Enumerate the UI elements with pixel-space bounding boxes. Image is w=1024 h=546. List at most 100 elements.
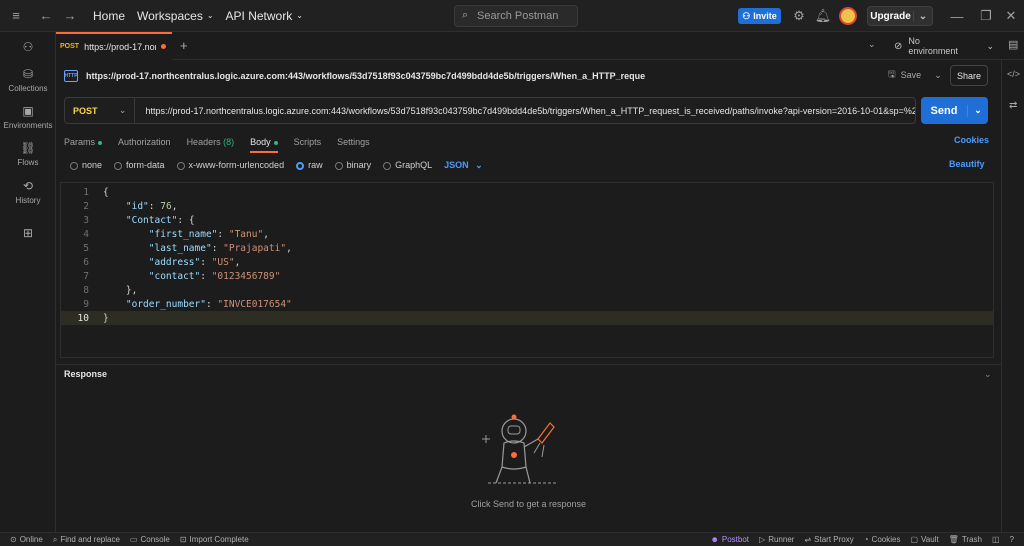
- status-console[interactable]: ▭ Console: [130, 535, 170, 544]
- nav-home[interactable]: Home: [93, 9, 125, 23]
- chevron-down-icon[interactable]: ⌄: [934, 70, 942, 81]
- collections-icon: ⛁: [22, 67, 34, 81]
- status-help[interactable]: ?: [1010, 535, 1014, 544]
- environments-icon: ▣: [22, 104, 34, 118]
- code-line: 3 "Contact": {: [61, 213, 993, 227]
- forward-arrow-icon[interactable]: →: [59, 5, 81, 27]
- tab-label: https://prod-17.northc: [84, 41, 156, 52]
- status-cookies-label: Cookies: [871, 535, 901, 544]
- status-vault[interactable]: ▢ Vault: [910, 535, 938, 544]
- code-line: 7 "contact": "0123456789": [61, 269, 993, 283]
- status-bar: ⊙ Online ⌕ Find and replace ▭ Console ⊡ Impo…: [0, 532, 1024, 546]
- beautify-link[interactable]: Beautify: [949, 159, 985, 169]
- new-tab-plus-icon[interactable]: +: [180, 38, 188, 53]
- tab-body[interactable]: Body: [250, 137, 278, 153]
- search-input[interactable]: ⌕ Search Postman: [454, 5, 578, 27]
- restore-icon[interactable]: ❐: [975, 5, 997, 27]
- nav-api-network[interactable]: API Network ⌄: [226, 9, 303, 23]
- runner-icon: ▷: [759, 535, 766, 544]
- tab-params[interactable]: Params: [64, 137, 103, 147]
- code-icon[interactable]: </>: [1007, 69, 1020, 79]
- upgrade-button[interactable]: Upgrade ⌄: [867, 6, 933, 26]
- sidebar-item-flows[interactable]: ⛓ Flows: [0, 141, 56, 167]
- method-label: POST: [73, 105, 98, 116]
- bell-icon[interactable]: 🔔︎: [812, 5, 834, 27]
- sidebar-item-environments[interactable]: ▣ Environments: [0, 104, 56, 130]
- send-button[interactable]: Send ⌄: [921, 97, 988, 124]
- chevron-down-icon: ⌄: [118, 105, 127, 115]
- status-layout[interactable]: ◫: [992, 535, 1000, 544]
- format-select[interactable]: JSON ⌄: [444, 160, 483, 171]
- status-online[interactable]: ⊙ Online: [10, 535, 43, 544]
- status-postbot[interactable]: ☻ Postbot: [710, 535, 749, 544]
- status-cookies[interactable]: ◔ Cookies: [864, 535, 901, 544]
- tab-headers[interactable]: Headers (8): [187, 137, 235, 147]
- cookie-icon: ◔: [863, 535, 869, 544]
- chevron-down-icon[interactable]: ⌄: [914, 11, 932, 22]
- radio-urlencoded[interactable]: x-www-form-urlencoded: [176, 160, 284, 170]
- status-runner-label: Runner: [768, 535, 795, 544]
- chevron-down-icon[interactable]: ⌄: [868, 39, 876, 50]
- status-start-proxy[interactable]: ⇌ Start Proxy: [804, 535, 853, 544]
- tab-scripts[interactable]: Scripts: [294, 137, 322, 147]
- request-config-tabs: Params Authorization Headers (8) Body Sc…: [64, 132, 994, 153]
- tab-authorization[interactable]: Authorization: [118, 137, 171, 147]
- code-text: "order_number": "INVCE017654": [125, 298, 292, 310]
- close-icon[interactable]: ✕: [1000, 5, 1022, 27]
- code-text: },: [103, 284, 138, 296]
- upgrade-label: Upgrade: [868, 10, 914, 22]
- status-trash[interactable]: 🗑︎ Trash: [949, 535, 982, 544]
- format-label: JSON: [444, 159, 469, 170]
- url-bar: POST ⌄ https://prod-17.northcentralus.lo…: [64, 97, 916, 124]
- status-console-label: Console: [140, 535, 170, 544]
- cookies-link[interactable]: Cookies: [954, 135, 989, 145]
- radio-form-data[interactable]: form-data: [114, 160, 165, 170]
- menu-icon[interactable]: ≡: [5, 5, 27, 27]
- line-number: 7: [83, 270, 89, 282]
- body-editor[interactable]: 1{ 2 "id": 76, 3 "Contact": { 4 "first_n…: [60, 182, 994, 358]
- url-input[interactable]: https://prod-17.northcentralus.logic.azu…: [135, 106, 915, 116]
- status-import[interactable]: ⊡ Import Complete: [180, 535, 249, 544]
- minimize-icon[interactable]: —: [946, 5, 968, 27]
- nav-workspaces[interactable]: Workspaces ⌄: [137, 9, 214, 23]
- radio-graphql[interactable]: GraphQL: [383, 160, 432, 170]
- gear-icon[interactable]: ⚙: [788, 5, 810, 27]
- code-line: 4 "first_name": "Tanu",: [61, 227, 993, 241]
- radio-none[interactable]: none: [70, 160, 102, 170]
- environment-quick-look-icon[interactable]: ▤: [1008, 38, 1018, 51]
- line-number: 6: [83, 256, 89, 268]
- sidebar-item-label: Flows: [17, 158, 39, 167]
- method-select[interactable]: POST ⌄: [65, 98, 136, 123]
- avatar[interactable]: [839, 7, 857, 25]
- chevron-down-icon[interactable]: ⌄: [984, 369, 992, 380]
- response-title: Response: [64, 369, 108, 379]
- save-button[interactable]: 🖫︎ Save ⌄: [888, 66, 944, 84]
- radio-binary[interactable]: binary: [334, 160, 371, 170]
- share-button[interactable]: Share: [950, 65, 988, 86]
- invite-button[interactable]: ⚇ Invite: [738, 8, 781, 24]
- sidebar-user[interactable]: ⚇: [0, 40, 56, 57]
- environment-selector[interactable]: ⊘ No environment ⌄: [894, 36, 994, 56]
- share-label: Share: [956, 70, 982, 81]
- tab-body-label: Body: [250, 137, 271, 147]
- nav-api-network-label: API Network: [225, 8, 293, 23]
- sidebar-item-history[interactable]: ⟲ History: [0, 179, 56, 205]
- sidebar-item-configure[interactable]: ⊞: [0, 226, 56, 243]
- tab-settings[interactable]: Settings: [337, 137, 370, 147]
- back-arrow-icon[interactable]: ←: [35, 5, 57, 27]
- status-find-replace[interactable]: ⌕ Find and replace: [53, 535, 120, 545]
- status-postbot-label: Postbot: [721, 535, 750, 544]
- radio-icon: [70, 161, 78, 170]
- status-runner[interactable]: ▷ Runner: [759, 535, 794, 544]
- sidebar-item-collections[interactable]: ⛁ Collections: [0, 67, 56, 93]
- request-title[interactable]: https://prod-17.northcentralus.logic.azu…: [86, 71, 645, 81]
- response-empty-message: Click Send to get a response: [470, 499, 587, 509]
- line-number: 9: [83, 298, 89, 310]
- radio-raw[interactable]: raw: [296, 160, 323, 170]
- code-text: "address": "US",: [148, 256, 241, 268]
- chevron-down-icon[interactable]: ⌄: [968, 105, 988, 116]
- code-text: "first_name": "Tanu",: [148, 228, 269, 240]
- code-line: 6 "address": "US",: [61, 255, 993, 269]
- info-icon[interactable]: ⇄: [1009, 100, 1017, 111]
- request-tab[interactable]: POST https://prod-17.northc: [56, 31, 172, 60]
